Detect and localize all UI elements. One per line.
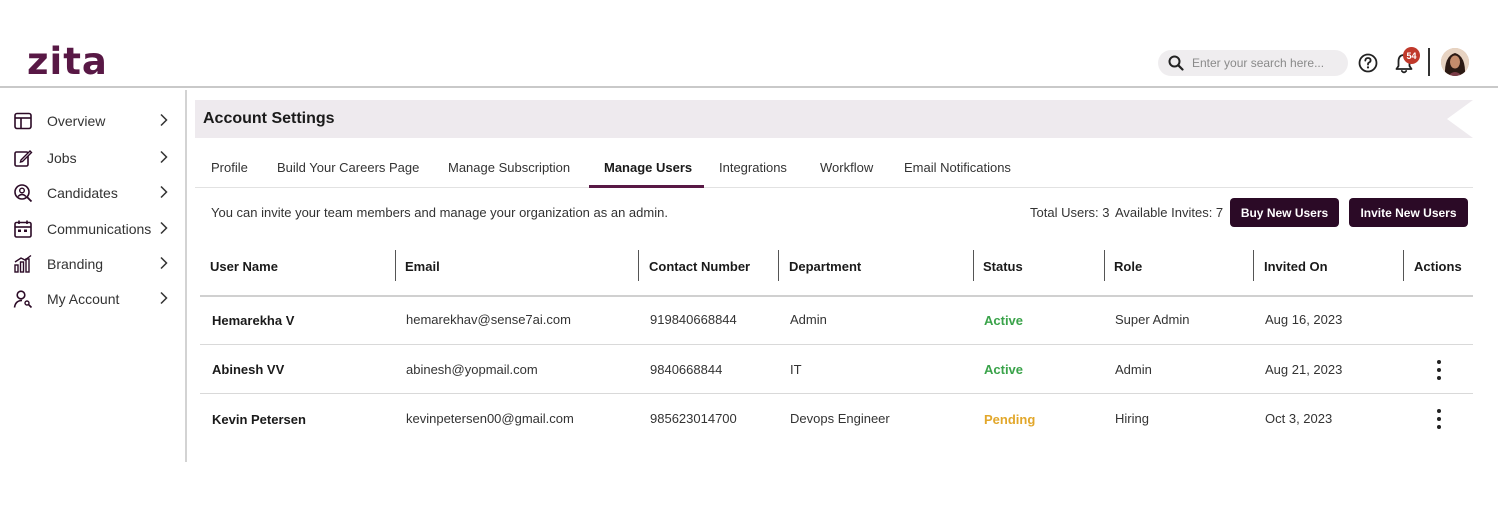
user-name: Kevin Petersen xyxy=(212,412,306,427)
user-contact: 919840668844 xyxy=(650,312,737,327)
layout-icon xyxy=(14,112,32,130)
user-role: Hiring xyxy=(1115,411,1149,426)
sidebar-item-my-account[interactable]: My Account xyxy=(13,287,173,311)
column-header-invited-on: Invited On xyxy=(1264,259,1328,274)
sidebar-item-communications[interactable]: Communications xyxy=(13,217,173,241)
active-tab-indicator xyxy=(589,185,704,188)
user-role: Admin xyxy=(1115,362,1152,377)
column-header-role: Role xyxy=(1114,259,1143,274)
tab-build-careers-page[interactable]: Build Your Careers Page xyxy=(277,160,419,175)
row-divider xyxy=(200,393,1473,394)
sidebar-item-overview[interactable]: Overview xyxy=(13,109,173,133)
tab-email-notifications[interactable]: Email Notifications xyxy=(904,160,1011,175)
column-divider xyxy=(638,250,639,281)
chevron-right-icon xyxy=(160,185,168,199)
notification-badge: 54 xyxy=(1403,47,1420,64)
tab-workflow[interactable]: Workflow xyxy=(820,160,873,175)
sidebar-item-label: Jobs xyxy=(47,150,77,166)
intro-text: You can invite your team members and man… xyxy=(211,205,668,220)
tab-manage-subscription[interactable]: Manage Subscription xyxy=(448,160,570,175)
available-invites: Available Invites: 7 xyxy=(1115,205,1224,220)
user-email: abinesh@yopmail.com xyxy=(406,362,538,377)
total-users: Total Users: 3 xyxy=(1030,205,1110,220)
column-divider xyxy=(1403,250,1404,281)
invite-new-users-button[interactable]: Invite New Users xyxy=(1349,198,1468,227)
search-input[interactable] xyxy=(1192,56,1332,70)
user-role: Super Admin xyxy=(1115,312,1190,327)
candidate-search-icon xyxy=(14,184,33,203)
top-header: zita 54 xyxy=(0,0,1498,88)
chevron-right-icon xyxy=(160,113,168,127)
sidebar-item-jobs[interactable]: Jobs xyxy=(13,146,173,170)
sidebar-item-candidates[interactable]: Candidates xyxy=(13,181,173,205)
column-divider xyxy=(1104,250,1105,281)
row-divider xyxy=(200,344,1473,345)
user-email: hemarekhav@sense7ai.com xyxy=(406,312,571,327)
user-name: Abinesh VV xyxy=(212,362,285,377)
tab-profile[interactable]: Profile xyxy=(211,160,248,175)
invited-on-date: Aug 16, 2023 xyxy=(1265,312,1343,327)
page-title: Account Settings xyxy=(203,110,335,127)
tab-integrations[interactable]: Integrations xyxy=(719,160,787,175)
status-badge: Active xyxy=(984,362,1024,377)
user-department: IT xyxy=(790,362,802,377)
more-actions-icon[interactable] xyxy=(1432,409,1446,429)
column-header-contact-number: Contact Number xyxy=(649,259,751,274)
column-divider xyxy=(395,250,396,281)
help-icon[interactable] xyxy=(1358,53,1378,73)
column-header-user-name: User Name xyxy=(210,259,278,274)
sidebar: Overview Jobs Candidates Communications … xyxy=(0,90,187,462)
zita-logo[interactable]: zita xyxy=(27,40,108,83)
user-key-icon xyxy=(13,290,33,309)
user-department: Devops Engineer xyxy=(790,411,890,426)
sidebar-item-label: Overview xyxy=(47,113,106,129)
chevron-right-icon xyxy=(160,150,168,164)
column-divider xyxy=(778,250,779,281)
page-title-banner xyxy=(195,100,1473,138)
sidebar-item-branding[interactable]: Branding xyxy=(13,252,173,276)
sidebar-item-label: My Account xyxy=(47,291,120,307)
column-header-status: Status xyxy=(983,259,1023,274)
user-email: kevinpetersen00@gmail.com xyxy=(406,411,574,426)
chevron-right-icon xyxy=(160,221,168,235)
column-header-email: Email xyxy=(405,259,440,274)
chevron-right-icon xyxy=(160,256,168,270)
column-header-department: Department xyxy=(789,259,862,274)
calendar-chat-icon xyxy=(14,220,32,238)
header-divider xyxy=(1428,48,1430,76)
user-contact: 985623014700 xyxy=(650,411,737,426)
user-department: Admin xyxy=(790,312,827,327)
sidebar-item-label: Communications xyxy=(47,221,152,237)
user-avatar[interactable] xyxy=(1441,48,1469,76)
tab-manage-users[interactable]: Manage Users xyxy=(604,160,692,175)
app-window: zita 54 xyxy=(0,0,1498,512)
buy-new-users-button[interactable]: Buy New Users xyxy=(1230,198,1339,227)
column-header-actions: Actions xyxy=(1414,259,1462,274)
status-badge: Pending xyxy=(984,412,1036,427)
column-divider xyxy=(1253,250,1254,281)
table-header-divider xyxy=(200,295,1473,297)
invited-on-date: Oct 3, 2023 xyxy=(1265,411,1333,426)
chevron-right-icon xyxy=(160,291,168,305)
user-name: Hemarekha V xyxy=(212,313,295,328)
user-contact: 9840668844 xyxy=(650,362,723,377)
edit-icon xyxy=(14,150,33,167)
sidebar-item-label: Branding xyxy=(47,256,104,272)
column-divider xyxy=(973,250,974,281)
more-actions-icon[interactable] xyxy=(1432,360,1446,380)
status-badge: Active xyxy=(984,313,1024,328)
chart-icon xyxy=(14,254,32,273)
search-box[interactable] xyxy=(1158,50,1348,76)
invited-on-date: Aug 21, 2023 xyxy=(1265,362,1343,377)
sidebar-item-label: Candidates xyxy=(47,185,118,201)
search-icon xyxy=(1168,55,1184,71)
